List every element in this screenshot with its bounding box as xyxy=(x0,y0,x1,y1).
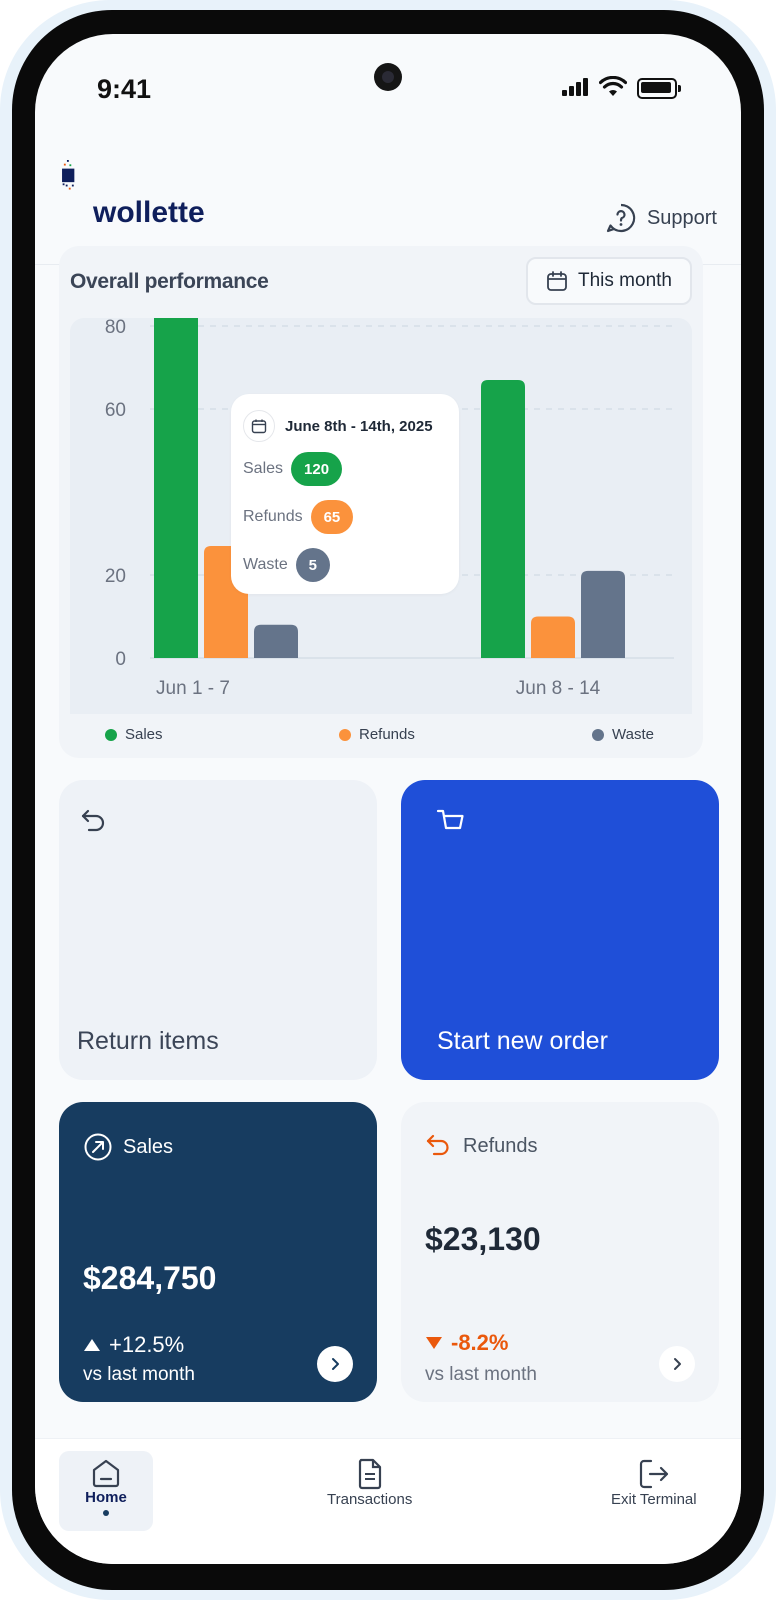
shopping-bag-icon xyxy=(436,809,464,830)
bottom-navigation: Home Transactions Exit Terminal xyxy=(35,1438,741,1564)
tooltip-value-pill: 5 xyxy=(295,548,330,582)
nav-transactions-label: Transactions xyxy=(327,1491,413,1508)
tooltip-value-pill: 65 xyxy=(310,500,354,534)
legend-dot-waste xyxy=(592,728,604,741)
legend-label: Sales xyxy=(125,726,163,743)
start-new-order-tile[interactable]: Start new order xyxy=(401,780,719,1080)
refunds-stat-header: Refunds xyxy=(425,1132,538,1160)
return-items-tile[interactable]: Return items xyxy=(59,780,377,1080)
bar-refunds-2 xyxy=(531,616,575,658)
nav-exit-terminal[interactable]: Exit Terminal xyxy=(611,1457,697,1508)
chevron-right-icon xyxy=(674,1358,681,1370)
front-camera xyxy=(374,63,402,91)
nav-transactions[interactable]: Transactions xyxy=(327,1457,412,1508)
wifi-icon xyxy=(599,76,627,96)
tooltip-value-pill: 120 xyxy=(291,452,343,486)
chart-legend: Sales Refunds Waste xyxy=(59,718,703,750)
sales-stat-header: Sales xyxy=(83,1132,173,1162)
legend-dot-refunds xyxy=(339,728,351,741)
refunds-details-button[interactable] xyxy=(659,1346,695,1382)
nav-active-dot xyxy=(103,1510,109,1516)
refunds-stat-card[interactable]: Refunds $23,130 -8.2% vs last month xyxy=(401,1102,719,1402)
x-tick-label: Jun 8 - 14 xyxy=(516,678,601,699)
sales-stat-label: Sales xyxy=(123,1135,174,1158)
x-tick-label: Jun 1 - 7 xyxy=(156,678,230,699)
support-button[interactable]: Support xyxy=(605,202,717,234)
tooltip-header: June 8th - 14th, 2025 xyxy=(243,410,433,442)
calendar-icon xyxy=(243,410,275,442)
sales-change: +12.5% xyxy=(83,1332,184,1358)
sales-details-button[interactable] xyxy=(317,1346,353,1382)
period-label: This month xyxy=(578,270,672,291)
tooltip-row-refunds: Refunds 65 xyxy=(243,500,354,534)
sales-vs-label: vs last month xyxy=(83,1364,195,1385)
period-select-button[interactable]: This month xyxy=(526,257,692,305)
status-bar: 9:41 xyxy=(35,34,741,144)
start-new-order-label: Start new order xyxy=(437,1027,608,1055)
trending-up-circle-icon xyxy=(84,1133,112,1161)
return-items-label: Return items xyxy=(77,1027,219,1055)
nav-home[interactable]: Home xyxy=(59,1451,153,1531)
performance-title: Overall performance xyxy=(70,270,269,293)
y-tick-label: 0 xyxy=(115,649,126,670)
sales-stat-value: $284,750 xyxy=(83,1260,217,1296)
legend-label: Waste xyxy=(612,726,654,743)
nav-exit-label: Exit Terminal xyxy=(611,1491,697,1508)
sales-stat-card[interactable]: Sales $284,750 +12.5% vs last month xyxy=(59,1102,377,1402)
home-icon xyxy=(92,1459,120,1488)
wollette-logo-icon xyxy=(62,160,75,190)
tooltip-label: Sales xyxy=(243,460,284,477)
help-chat-icon xyxy=(606,203,636,233)
tooltip-row-sales: Sales 120 xyxy=(243,452,343,486)
refunds-stat-value: $23,130 xyxy=(425,1221,541,1257)
nav-home-label: Home xyxy=(85,1489,127,1506)
bar-sales-1 xyxy=(154,318,198,658)
chevron-right-icon xyxy=(332,1358,339,1370)
y-tick-label: 60 xyxy=(105,400,126,421)
tooltip-row-waste: Waste 5 xyxy=(243,548,330,582)
signal-icon xyxy=(562,78,588,96)
tooltip-label: Refunds xyxy=(243,508,303,525)
legend-item-refunds: Refunds xyxy=(339,726,415,743)
undo-arrow-icon xyxy=(426,1134,449,1156)
triangle-up-icon xyxy=(84,1339,100,1351)
refunds-change: -8.2% xyxy=(425,1330,508,1356)
y-tick-label: 80 xyxy=(105,318,126,338)
refunds-vs-label: vs last month xyxy=(425,1364,537,1385)
y-tick-label: 20 xyxy=(105,566,126,587)
brand-name: wollette xyxy=(93,196,205,229)
legend-item-waste: Waste xyxy=(592,726,654,743)
legend-dot-sales xyxy=(105,728,117,741)
refunds-change-value: -8.2% xyxy=(451,1330,509,1355)
sales-change-value: +12.5% xyxy=(109,1332,185,1357)
undo-arrow-icon xyxy=(81,809,105,832)
legend-label: Refunds xyxy=(359,726,415,743)
battery-icon xyxy=(637,78,681,99)
logout-icon xyxy=(639,1459,668,1489)
support-label: Support xyxy=(646,206,717,229)
tooltip-label: Waste xyxy=(243,556,288,573)
document-icon xyxy=(358,1458,381,1490)
calendar-icon xyxy=(547,271,567,291)
chart-tooltip: June 8th - 14th, 2025 Sales 120 Refunds … xyxy=(231,394,459,594)
legend-item-sales: Sales xyxy=(105,726,163,743)
triangle-down-icon xyxy=(426,1337,442,1349)
bar-waste-2 xyxy=(581,570,625,658)
status-time: 9:41 xyxy=(97,74,152,104)
refunds-stat-label: Refunds xyxy=(463,1134,538,1157)
bar-waste-1 xyxy=(254,624,298,658)
bar-sales-2 xyxy=(481,379,525,658)
tooltip-range: June 8th - 14th, 2025 xyxy=(285,417,433,435)
phone-screen: 9:41 wollette Support Overall performanc… xyxy=(35,34,741,1564)
